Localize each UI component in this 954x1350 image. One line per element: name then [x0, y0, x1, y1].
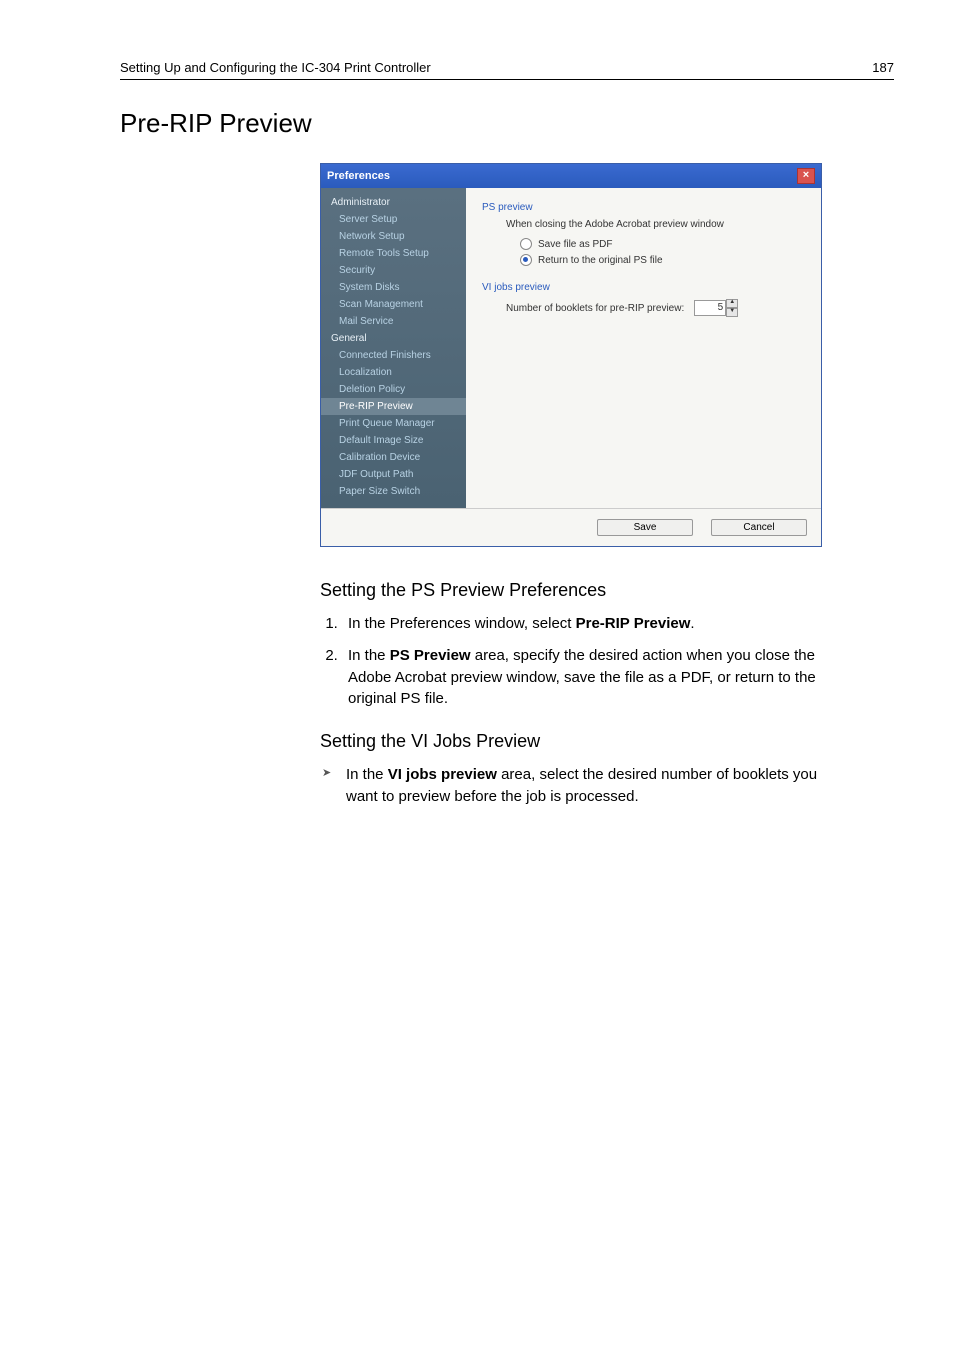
radio-save-as-pdf-label: Save file as PDF	[538, 239, 612, 250]
vi-bullet-list: In the VI jobs preview area, select the …	[320, 764, 830, 808]
sidebar-item-network-setup[interactable]: Network Setup	[321, 228, 466, 245]
sidebar-item-print-queue-manager[interactable]: Print Queue Manager	[321, 415, 466, 432]
sidebar-item-remote-tools-setup[interactable]: Remote Tools Setup	[321, 245, 466, 262]
sidebar-category-administrator: Administrator	[321, 194, 466, 211]
sidebar-item-connected-finishers[interactable]: Connected Finishers	[321, 347, 466, 364]
sidebar-item-localization[interactable]: Localization	[321, 364, 466, 381]
ps-preview-group-title: PS preview	[482, 202, 805, 213]
ps-preview-description: When closing the Adobe Acrobat preview w…	[506, 219, 805, 230]
subheading-ps-preview: Setting the PS Preview Preferences	[320, 577, 830, 603]
ui-term-vi-jobs-preview: VI jobs preview	[388, 766, 497, 783]
sidebar-item-pre-rip-preview[interactable]: Pre-RIP Preview	[321, 398, 466, 415]
sidebar-item-scan-management[interactable]: Scan Management	[321, 296, 466, 313]
preferences-content: PS preview When closing the Adobe Acroba…	[466, 188, 821, 508]
steps-list: In the Preferences window, select Pre-RI…	[320, 613, 830, 710]
ui-term-pre-rip-preview: Pre-RIP Preview	[576, 615, 691, 632]
close-icon[interactable]: ×	[797, 168, 815, 184]
running-head-text: Setting Up and Configuring the IC-304 Pr…	[120, 60, 431, 75]
radio-return-ps-row[interactable]: Return to the original PS file	[506, 252, 805, 268]
radio-icon[interactable]	[520, 238, 532, 250]
preferences-sidebar: Administrator Server Setup Network Setup…	[321, 188, 466, 508]
spin-down-icon[interactable]: ▼	[726, 308, 738, 317]
sidebar-item-security[interactable]: Security	[321, 262, 466, 279]
sidebar-item-default-image-size[interactable]: Default Image Size	[321, 432, 466, 449]
vi-booklets-label: Number of booklets for pre-RIP preview:	[506, 303, 684, 314]
preferences-footer: Save Cancel	[321, 508, 821, 546]
step-1: In the Preferences window, select Pre-RI…	[342, 613, 830, 635]
sidebar-item-deletion-policy[interactable]: Deletion Policy	[321, 381, 466, 398]
sidebar-item-system-disks[interactable]: System Disks	[321, 279, 466, 296]
vi-booklets-input[interactable]: 5	[694, 300, 726, 316]
window-titlebar: Preferences ×	[321, 164, 821, 188]
save-button[interactable]: Save	[597, 519, 693, 536]
ui-term-ps-preview: PS Preview	[390, 647, 471, 664]
vi-bullet-item: In the VI jobs preview area, select the …	[322, 764, 830, 808]
preferences-window: Preferences × Administrator Server Setup…	[320, 163, 822, 547]
spin-up-icon[interactable]: ▲	[726, 299, 738, 308]
sidebar-item-server-setup[interactable]: Server Setup	[321, 211, 466, 228]
subheading-vi-jobs: Setting the VI Jobs Preview	[320, 728, 830, 754]
radio-save-as-pdf-row[interactable]: Save file as PDF	[506, 236, 805, 252]
section-title: Pre-RIP Preview	[120, 108, 894, 139]
radio-return-ps-label: Return to the original PS file	[538, 255, 663, 266]
sidebar-category-general: General	[321, 330, 466, 347]
step-2: In the PS Preview area, specify the desi…	[342, 645, 830, 710]
sidebar-item-calibration-device[interactable]: Calibration Device	[321, 449, 466, 466]
vi-jobs-group-title: VI jobs preview	[482, 282, 805, 293]
window-title: Preferences	[327, 170, 390, 182]
sidebar-item-jdf-output-path[interactable]: JDF Output Path	[321, 466, 466, 483]
sidebar-item-paper-size-switch[interactable]: Paper Size Switch	[321, 483, 466, 500]
page-number: 187	[872, 60, 894, 75]
cancel-button[interactable]: Cancel	[711, 519, 807, 536]
running-header: Setting Up and Configuring the IC-304 Pr…	[120, 60, 894, 80]
radio-icon[interactable]	[520, 254, 532, 266]
sidebar-item-mail-service[interactable]: Mail Service	[321, 313, 466, 330]
